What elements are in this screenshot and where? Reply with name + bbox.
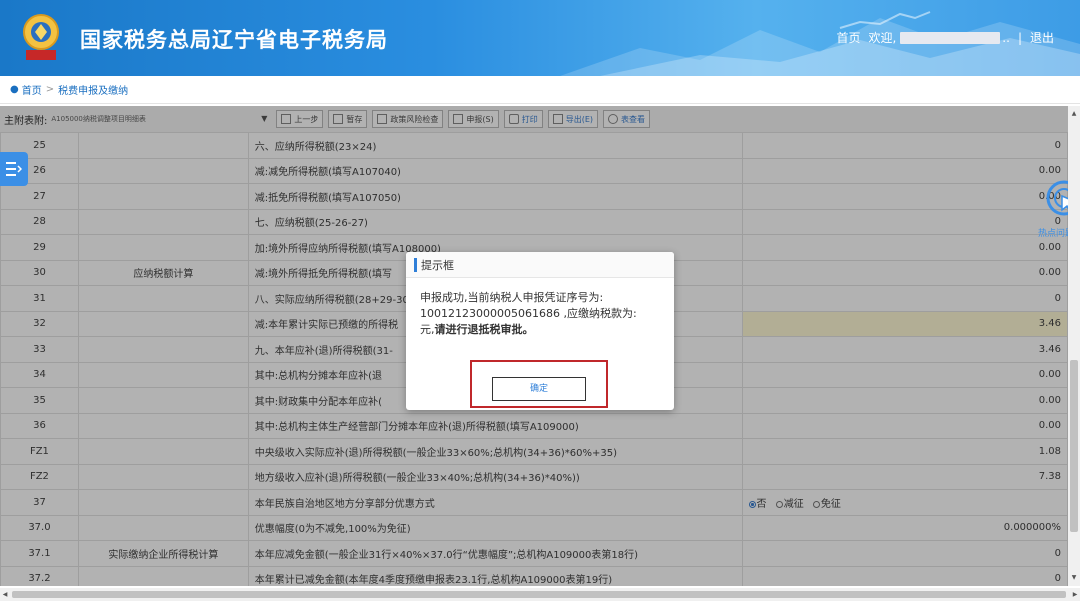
welcome-text: 欢迎, — [868, 31, 897, 45]
menu-expand-icon — [6, 162, 22, 176]
nav-separator: | — [1017, 30, 1022, 45]
scroll-left-arrow-icon[interactable]: ◀ — [0, 588, 10, 601]
tax-emblem-icon — [23, 14, 59, 60]
top-nav: 首页 欢迎, .. | 退出 — [836, 29, 1054, 46]
scroll-thumb[interactable] — [1070, 360, 1078, 532]
vertical-scrollbar[interactable]: ▲ ▼ — [1068, 106, 1080, 586]
dialog-message: 申报成功,当前纳税人申报凭证序号为: 10012123000005061686 … — [406, 278, 674, 338]
confirm-button[interactable]: 确定 — [492, 377, 586, 401]
hscroll-thumb[interactable] — [12, 591, 1066, 598]
breadcrumb-separator: > — [45, 84, 55, 95]
message-line-3-prefix: 元, — [420, 323, 435, 336]
logout-link[interactable]: 退出 — [1030, 29, 1054, 46]
site-title: 国家税务总局辽宁省电子税务局 — [80, 27, 388, 52]
prompt-dialog: 提示框 申报成功,当前纳税人申报凭证序号为: 10012123000005061… — [406, 252, 674, 410]
side-menu-toggle[interactable] — [0, 152, 28, 186]
user-name-suffix: .. — [1002, 30, 1010, 45]
scroll-up-arrow-icon[interactable]: ▲ — [1068, 108, 1080, 120]
nav-home-link[interactable]: 首页 — [836, 29, 860, 46]
breadcrumb-current[interactable]: 税费申报及缴纳 — [58, 82, 128, 97]
location-pin-icon: ● — [10, 84, 19, 95]
scroll-down-arrow-icon[interactable]: ▼ — [1068, 572, 1080, 584]
dialog-header: 提示框 — [406, 252, 674, 278]
site-header: 国家税务总局辽宁省电子税务局 首页 欢迎, .. | 退出 — [0, 0, 1080, 76]
message-line-3: 元,请进行退抵税审批。 — [420, 322, 660, 338]
header-accent-bar — [414, 257, 417, 272]
breadcrumb: ● 首页 > 税费申报及缴纳 — [0, 76, 1080, 104]
breadcrumb-home[interactable]: 首页 — [22, 82, 42, 97]
message-line-2: 10012123000005061686 ,应缴纳税款为: — [420, 307, 637, 320]
user-name-masked — [900, 31, 1001, 44]
horizontal-scrollbar[interactable]: ◀ ▶ — [0, 588, 1080, 601]
scroll-right-arrow-icon[interactable]: ▶ — [1070, 588, 1080, 601]
message-line-3-instruction: 请进行退抵税审批。 — [434, 323, 534, 336]
message-line-1: 申报成功,当前纳税人申报凭证序号为: — [420, 291, 604, 304]
dialog-title: 提示框 — [421, 258, 454, 272]
